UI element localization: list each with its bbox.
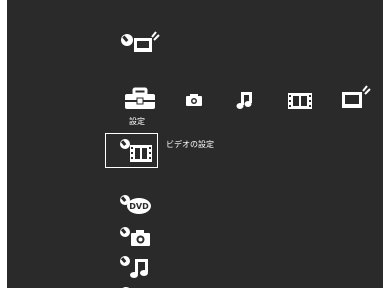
focused-item-label: ビデオの設定 [166, 140, 214, 149]
tv-icon[interactable] [341, 84, 373, 110]
photo-settings-icon[interactable] [118, 225, 154, 249]
right-border [383, 0, 387, 291]
music-settings-icon[interactable] [118, 254, 154, 280]
dvd-settings-icon[interactable]: DVD [118, 193, 154, 217]
dvd-badge-text: DVD [129, 202, 149, 211]
toolbox-settings-icon[interactable] [123, 87, 157, 111]
video-settings-icon[interactable] [118, 136, 158, 166]
camera-icon[interactable] [185, 93, 203, 107]
next-item-icon [120, 286, 132, 291]
film-icon[interactable] [287, 92, 313, 110]
tv-settings-icon[interactable] [118, 30, 162, 60]
left-border [0, 0, 7, 291]
music-note-icon[interactable] [236, 90, 254, 110]
category-label-settings: 設定 [129, 117, 145, 126]
xmb-screen: 設定 ビデオの設定 DVD [0, 0, 387, 291]
